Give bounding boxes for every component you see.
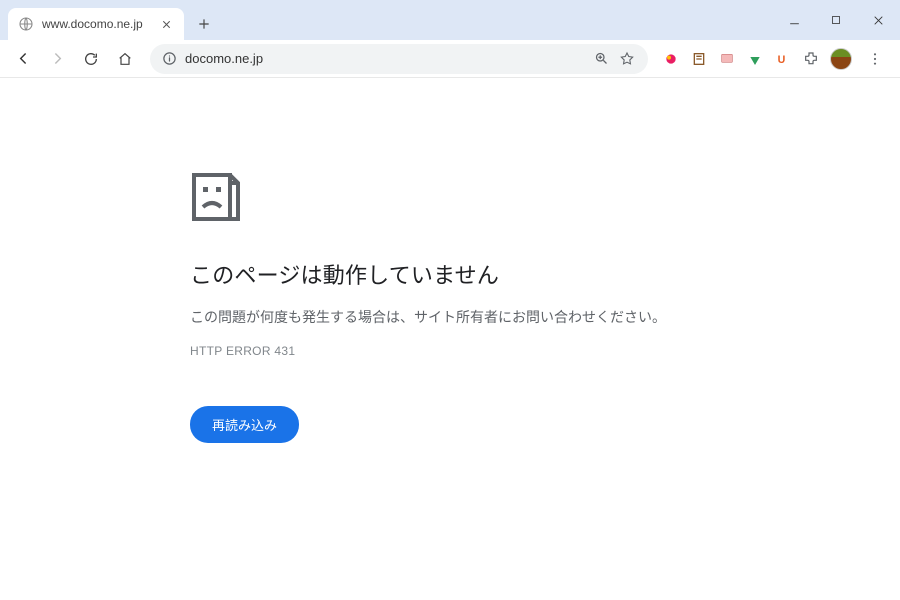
minimize-button[interactable] xyxy=(780,6,808,34)
close-window-button[interactable] xyxy=(864,6,892,34)
profile-avatar[interactable] xyxy=(830,48,852,70)
back-button[interactable] xyxy=(8,44,38,74)
tab-strip: www.docomo.ne.jp xyxy=(0,0,900,40)
error-block: このページは動作していません この問題が何度も発生する場合は、サイト所有者にお問… xyxy=(190,173,710,600)
extensions-tray: U xyxy=(658,46,892,72)
reload-button[interactable]: 再読み込み xyxy=(190,406,299,443)
new-tab-button[interactable] xyxy=(190,10,218,38)
error-description: この問題が何度も発生する場合は、サイト所有者にお問い合わせください。 xyxy=(190,306,710,328)
globe-icon xyxy=(18,16,34,32)
browser-menu-button[interactable] xyxy=(862,46,888,72)
error-code: HTTP ERROR 431 xyxy=(190,344,710,358)
page-content: このページは動作していません この問題が何度も発生する場合は、サイト所有者にお問… xyxy=(0,78,900,600)
window-controls xyxy=(780,0,892,40)
error-title: このページは動作していません xyxy=(190,258,710,290)
maximize-button[interactable] xyxy=(822,6,850,34)
reload-icon-button[interactable] xyxy=(76,44,106,74)
home-button[interactable] xyxy=(110,44,140,74)
browser-tab[interactable]: www.docomo.ne.jp xyxy=(8,8,184,40)
tab-close-icon[interactable] xyxy=(158,16,174,32)
zoom-icon[interactable] xyxy=(592,50,610,68)
forward-button[interactable] xyxy=(42,44,72,74)
tab-title: www.docomo.ne.jp xyxy=(42,17,150,31)
extension-icon-1[interactable] xyxy=(662,50,680,68)
extensions-menu-icon[interactable] xyxy=(802,50,820,68)
extension-icon-2[interactable] xyxy=(690,50,708,68)
extension-icon-5[interactable]: U xyxy=(774,50,792,68)
address-bar[interactable] xyxy=(150,44,648,74)
url-input[interactable] xyxy=(185,51,584,66)
sad-page-icon xyxy=(190,173,710,230)
site-info-icon[interactable] xyxy=(162,51,177,66)
bookmark-star-icon[interactable] xyxy=(618,50,636,68)
svg-text:U: U xyxy=(778,54,786,66)
extension-icon-3[interactable] xyxy=(718,50,736,68)
extension-icon-4[interactable] xyxy=(746,50,764,68)
browser-toolbar: U xyxy=(0,40,900,78)
